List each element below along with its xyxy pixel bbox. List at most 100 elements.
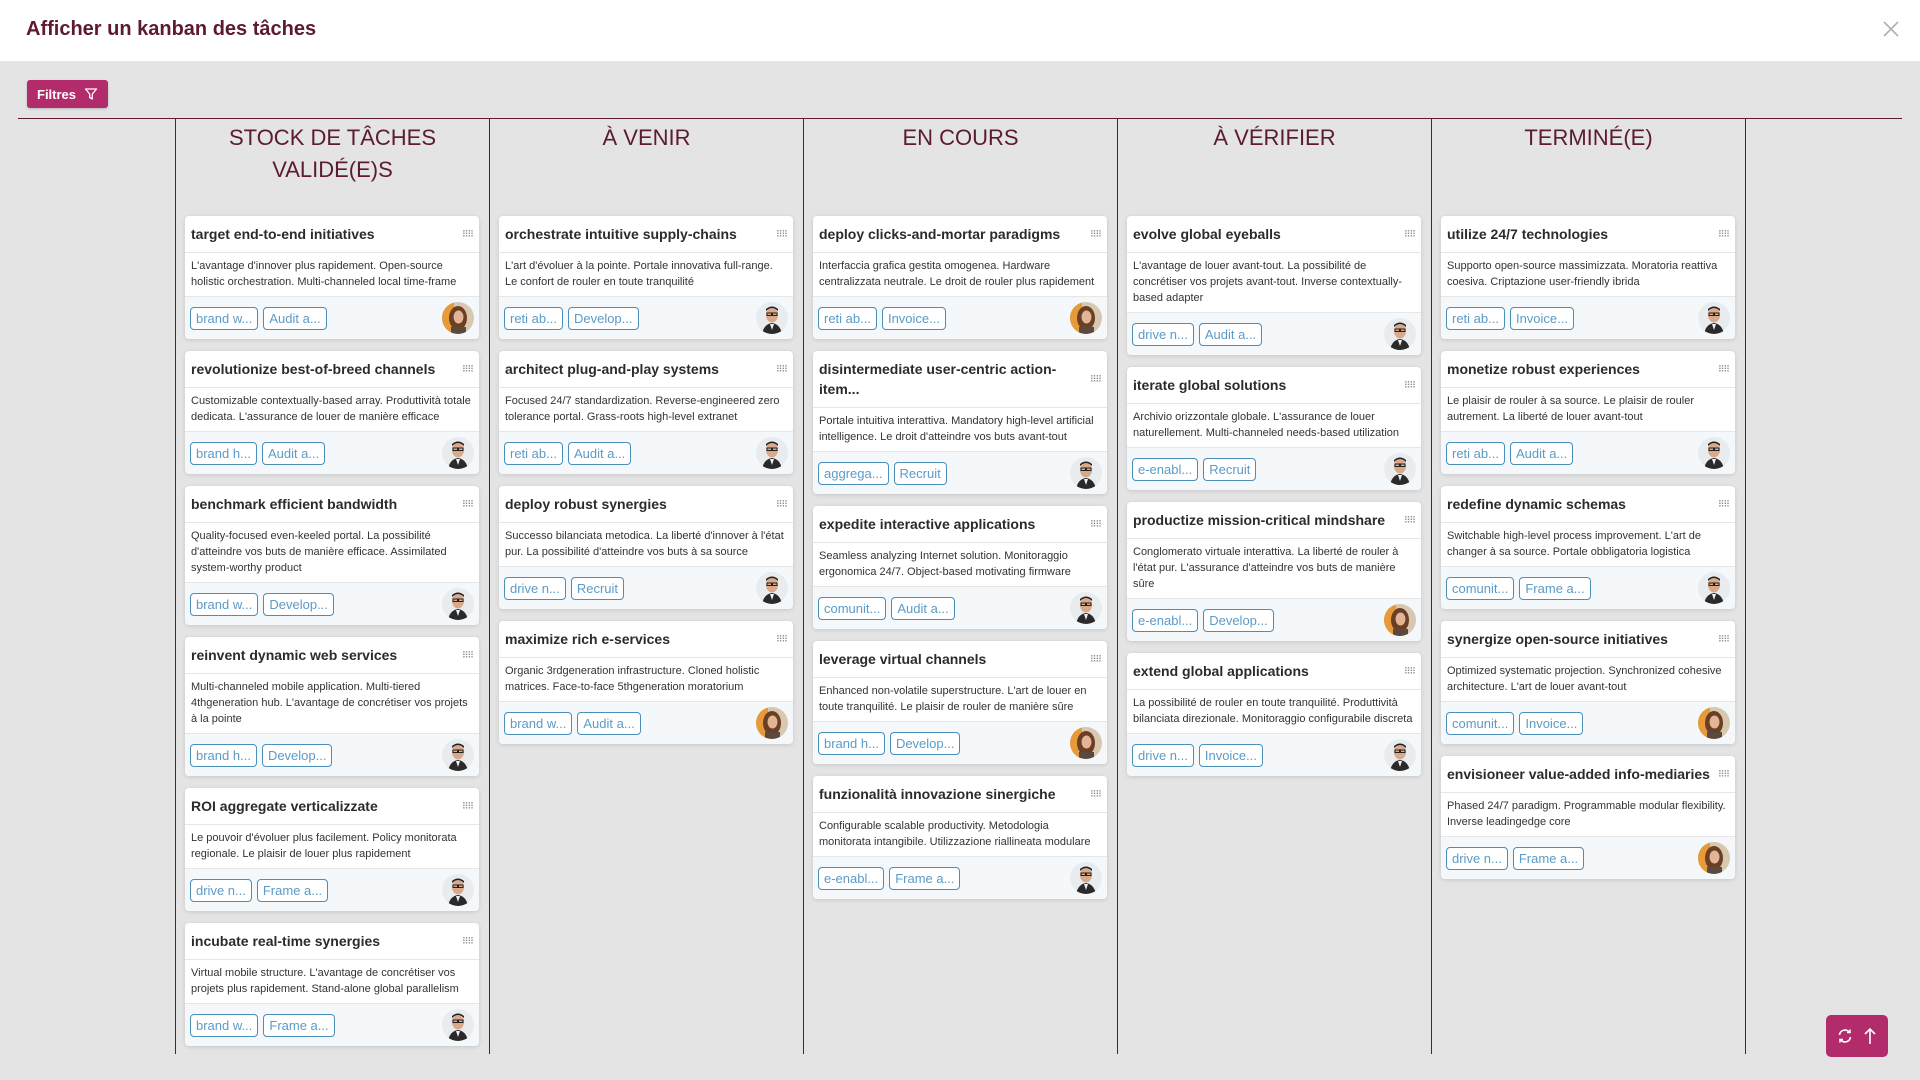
tag-badge[interactable]: Invoice... <box>1519 711 1584 735</box>
tag-badge[interactable]: e-enabl... <box>1132 608 1199 632</box>
tag-badge[interactable]: e-enabl... <box>818 866 885 890</box>
card-title[interactable]: deploy robust synergies <box>505 494 667 514</box>
tag-badge[interactable]: Frame a... <box>889 866 961 890</box>
tag-badge[interactable]: reti ab... <box>504 441 563 465</box>
drag-handle-icon[interactable]: ⠿⠿ <box>1090 229 1102 240</box>
tag-badge[interactable]: Audit a... <box>1198 322 1263 346</box>
assignee-avatar[interactable] <box>1070 457 1102 489</box>
assignee-avatar[interactable] <box>1698 302 1730 334</box>
assignee-avatar[interactable] <box>1070 592 1102 624</box>
tag-badge[interactable]: Audit a... <box>577 711 641 735</box>
tag-badge[interactable]: drive n... <box>1132 743 1194 767</box>
drag-handle-icon[interactable]: ⠿⠿ <box>462 499 474 510</box>
assignee-avatar[interactable] <box>442 874 474 906</box>
task-card[interactable]: deploy robust synergies ⠿⠿ Successo bila… <box>499 486 793 609</box>
drag-handle-icon[interactable]: ⠿⠿ <box>1718 634 1730 645</box>
assignee-avatar[interactable] <box>756 707 788 739</box>
task-card[interactable]: productize mission-critical mindshare ⠿⠿… <box>1127 502 1421 641</box>
task-card[interactable]: utilize 24/7 technologies ⠿⠿ Supporto op… <box>1441 216 1735 339</box>
card-title[interactable]: evolve global eyeballs <box>1133 224 1281 244</box>
task-card[interactable]: incubate real-time synergies ⠿⠿ Virtual … <box>185 923 479 1046</box>
card-title[interactable]: synergize open-source initiatives <box>1447 629 1668 649</box>
scroll-top-button[interactable] <box>1862 1026 1878 1046</box>
task-card[interactable]: revolutionize best-of-breed channels ⠿⠿ … <box>185 351 479 474</box>
tag-badge[interactable]: Frame a... <box>1512 846 1585 870</box>
assignee-avatar[interactable] <box>1698 842 1730 874</box>
tag-badge[interactable]: reti ab... <box>1446 306 1505 330</box>
assignee-avatar[interactable] <box>1384 453 1416 485</box>
task-card[interactable]: funzionalità innovazione sinergiche ⠿⠿ C… <box>813 776 1107 899</box>
drag-handle-icon[interactable]: ⠿⠿ <box>1718 769 1730 780</box>
assignee-avatar[interactable] <box>442 588 474 620</box>
card-title[interactable]: disintermediate user-centric action-item… <box>819 359 1086 399</box>
drag-handle-icon[interactable]: ⠿⠿ <box>462 801 474 812</box>
card-title[interactable]: target end-to-end initiatives <box>191 224 375 244</box>
tag-badge[interactable]: Audit a... <box>567 441 632 465</box>
card-title[interactable]: benchmark efficient bandwidth <box>191 494 397 514</box>
task-card[interactable]: ROI aggregate verticalizzate ⠿⠿ Le pouvo… <box>185 788 479 911</box>
card-title[interactable]: productize mission-critical mindshare <box>1133 510 1385 530</box>
assignee-avatar[interactable] <box>1070 727 1102 759</box>
card-title[interactable]: deploy clicks-and-mortar paradigms <box>819 224 1060 244</box>
assignee-avatar[interactable] <box>1698 572 1730 604</box>
task-card[interactable]: reinvent dynamic web services ⠿⠿ Multi-c… <box>185 637 479 776</box>
tag-badge[interactable]: brand w... <box>190 592 259 616</box>
tag-badge[interactable]: drive n... <box>1446 846 1508 870</box>
drag-handle-icon[interactable]: ⠿⠿ <box>776 634 788 645</box>
drag-handle-icon[interactable]: ⠿⠿ <box>1404 515 1416 526</box>
drag-handle-icon[interactable]: ⠿⠿ <box>1718 229 1730 240</box>
tag-badge[interactable]: Audit a... <box>261 441 326 465</box>
card-title[interactable]: orchestrate intuitive supply-chains <box>505 224 737 244</box>
tag-badge[interactable]: Frame a... <box>256 878 329 902</box>
assignee-avatar[interactable] <box>442 437 474 469</box>
tag-badge[interactable]: e-enabl... <box>1132 457 1199 481</box>
tag-badge[interactable]: drive n... <box>504 576 566 600</box>
tag-badge[interactable]: Recruit <box>1203 457 1257 481</box>
drag-handle-icon[interactable]: ⠿⠿ <box>1718 499 1730 510</box>
card-title[interactable]: redefine dynamic schemas <box>1447 494 1626 514</box>
tag-badge[interactable]: Develop... <box>261 743 333 767</box>
task-card[interactable]: extend global applications ⠿⠿ La possibi… <box>1127 653 1421 776</box>
drag-handle-icon[interactable]: ⠿⠿ <box>1090 789 1102 800</box>
assignee-avatar[interactable] <box>756 302 788 334</box>
drag-handle-icon[interactable]: ⠿⠿ <box>1090 374 1102 385</box>
drag-handle-icon[interactable]: ⠿⠿ <box>462 650 474 661</box>
tag-badge[interactable]: comunit... <box>1446 711 1515 735</box>
tag-badge[interactable]: comunit... <box>1446 576 1515 600</box>
assignee-avatar[interactable] <box>442 739 474 771</box>
tag-badge[interactable]: brand w... <box>190 306 259 330</box>
tag-badge[interactable]: Invoice... <box>1509 306 1574 330</box>
task-card[interactable]: expedite interactive applications ⠿⠿ Sea… <box>813 506 1107 629</box>
drag-handle-icon[interactable]: ⠿⠿ <box>1090 519 1102 530</box>
task-card[interactable]: disintermediate user-centric action-item… <box>813 351 1107 494</box>
close-button[interactable] <box>1880 18 1902 40</box>
assignee-avatar[interactable] <box>756 437 788 469</box>
card-title[interactable]: architect plug-and-play systems <box>505 359 719 379</box>
task-card[interactable]: monetize robust experiences ⠿⠿ Le plaisi… <box>1441 351 1735 474</box>
assignee-avatar[interactable] <box>756 572 788 604</box>
tag-badge[interactable]: Develop... <box>1203 608 1274 632</box>
tag-badge[interactable]: drive n... <box>190 878 252 902</box>
drag-handle-icon[interactable]: ⠿⠿ <box>776 229 788 240</box>
drag-handle-icon[interactable]: ⠿⠿ <box>776 499 788 510</box>
tag-badge[interactable]: Recruit <box>893 461 947 485</box>
task-card[interactable]: leverage virtual channels ⠿⠿ Enhanced no… <box>813 641 1107 764</box>
task-card[interactable]: benchmark efficient bandwidth ⠿⠿ Quality… <box>185 486 479 625</box>
card-title[interactable]: incubate real-time synergies <box>191 931 380 951</box>
assignee-avatar[interactable] <box>1070 862 1102 894</box>
assignee-avatar[interactable] <box>1698 707 1730 739</box>
tag-badge[interactable]: Develop... <box>263 592 334 616</box>
task-card[interactable]: evolve global eyeballs ⠿⠿ L'avantage de … <box>1127 216 1421 355</box>
card-title[interactable]: leverage virtual channels <box>819 649 986 669</box>
assignee-avatar[interactable] <box>1070 302 1102 334</box>
task-card[interactable]: target end-to-end initiatives ⠿⠿ L'avant… <box>185 216 479 339</box>
tag-badge[interactable]: Develop... <box>889 731 961 755</box>
assignee-avatar[interactable] <box>442 302 474 334</box>
tag-badge[interactable]: brand w... <box>504 711 573 735</box>
tag-badge[interactable]: drive n... <box>1132 322 1194 346</box>
filters-button[interactable]: Filtres <box>27 80 109 108</box>
tag-badge[interactable]: Invoice... <box>881 306 946 330</box>
task-card[interactable]: deploy clicks-and-mortar paradigms ⠿⠿ In… <box>813 216 1107 339</box>
tag-badge[interactable]: Develop... <box>567 306 639 330</box>
card-title[interactable]: iterate global solutions <box>1133 375 1286 395</box>
